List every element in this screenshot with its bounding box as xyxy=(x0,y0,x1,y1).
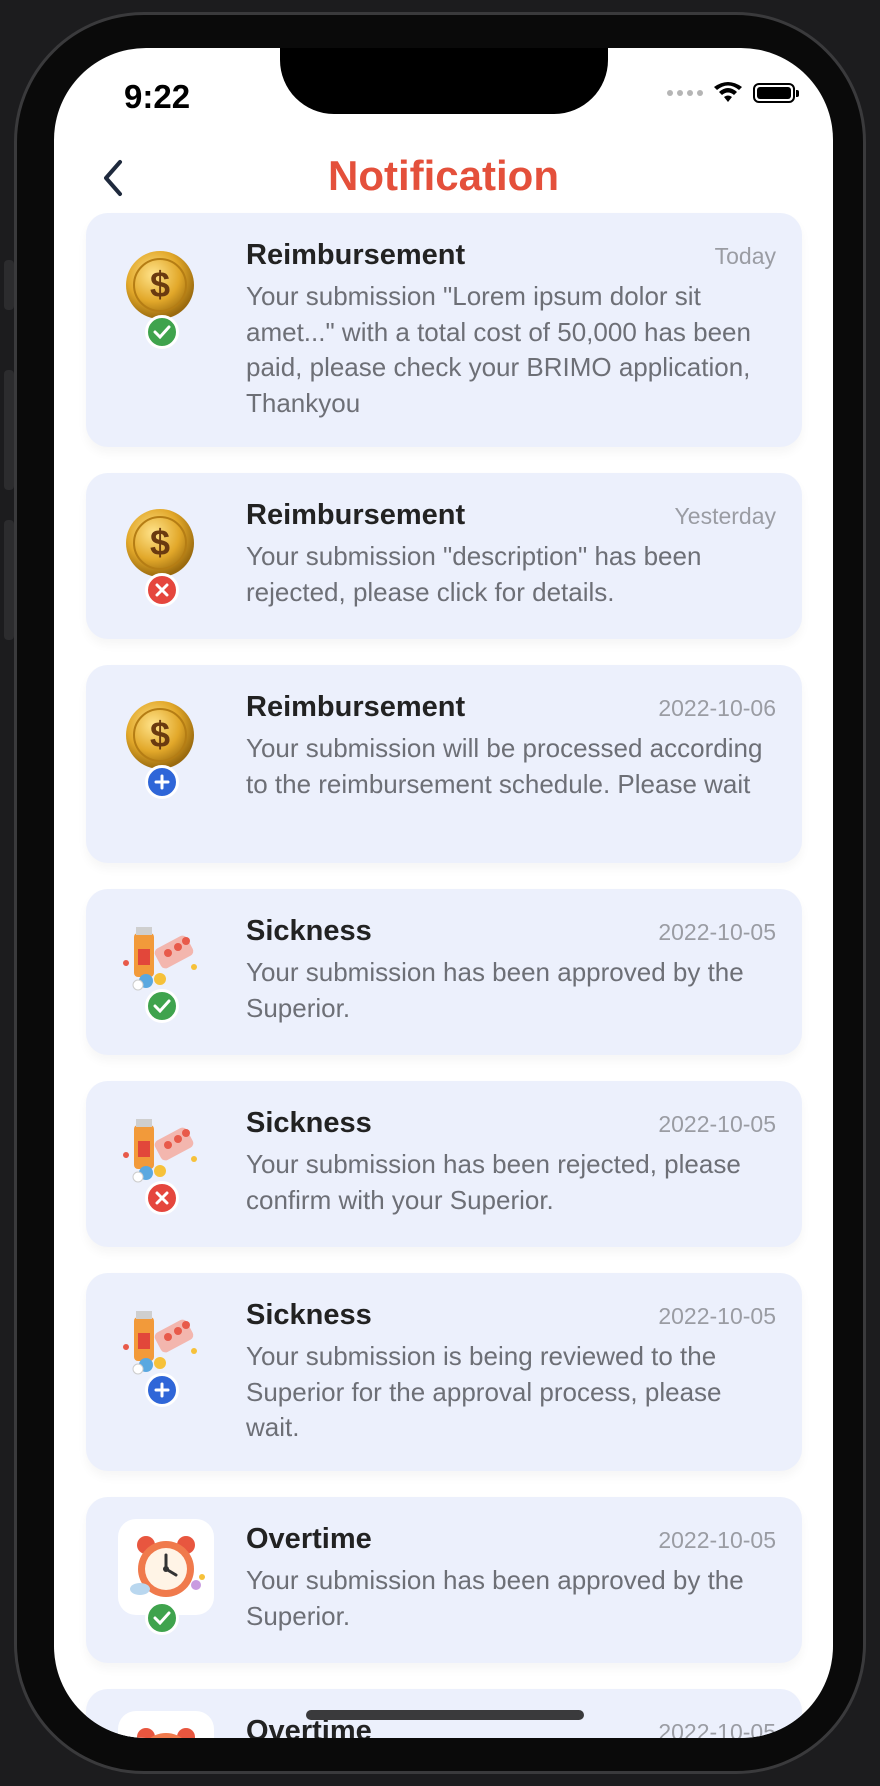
notification-message: Your submission is being reviewed to the… xyxy=(246,1341,722,1442)
status-time: 9:22 xyxy=(124,78,191,115)
notification-title: Sickness xyxy=(246,1299,372,1331)
notification-message: Your submission has been approved by the… xyxy=(246,957,744,1023)
notification-time: 2022-10-05 xyxy=(658,1719,776,1738)
pending-status-icon xyxy=(145,765,179,799)
notification-time: 2022-10-05 xyxy=(658,1527,776,1553)
notification-card[interactable]: $ Reimbursement Yesterday Your submissio… xyxy=(86,473,802,639)
status-bar: 9:22 xyxy=(54,48,833,128)
notification-message: Your submission will be processed accord… xyxy=(246,733,763,799)
notification-card[interactable]: $ Reimbursement 2022-10-06 Your submissi… xyxy=(86,665,802,863)
pending-status-icon xyxy=(145,1373,179,1407)
signal-icon xyxy=(667,90,703,96)
medicine-icon xyxy=(123,923,197,995)
notification-title: Reimbursement xyxy=(246,499,466,531)
svg-text:$: $ xyxy=(150,522,170,563)
coin-icon: $ xyxy=(124,699,196,771)
notification-time: Yesterday xyxy=(674,503,776,529)
battery-icon xyxy=(753,83,799,103)
approved-status-icon xyxy=(145,315,179,349)
coin-icon: $ xyxy=(124,249,196,321)
coin-icon: $ xyxy=(124,507,196,579)
notification-title: Overtime xyxy=(246,1523,372,1555)
page-title: Notification xyxy=(328,152,559,199)
notification-time: 2022-10-05 xyxy=(658,1111,776,1137)
notch xyxy=(280,48,608,114)
home-indicator[interactable] xyxy=(306,1710,584,1720)
notification-card[interactable]: Overtime 2022-10-05 Your submission has … xyxy=(86,1497,802,1663)
volume-down-button xyxy=(4,520,14,640)
notification-card[interactable]: $ Reimbursement Today Your submission "L… xyxy=(86,213,802,447)
notification-message: Your submission has been approved by the… xyxy=(246,1565,744,1631)
notification-message: Your submission has been rejected, pleas… xyxy=(246,1149,741,1215)
mute-switch xyxy=(4,260,14,310)
notification-title: Sickness xyxy=(246,915,372,947)
rejected-status-icon xyxy=(145,1181,179,1215)
notification-time: 2022-10-05 xyxy=(658,1303,776,1329)
notification-card[interactable]: Sickness 2022-10-05 Your submission has … xyxy=(86,1081,802,1247)
notification-time: Today xyxy=(714,243,776,269)
notification-card[interactable]: Sickness 2022-10-05 Your submission has … xyxy=(86,889,802,1055)
rejected-status-icon xyxy=(145,573,179,607)
svg-text:$: $ xyxy=(150,714,170,755)
approved-status-icon xyxy=(145,989,179,1023)
svg-text:$: $ xyxy=(150,264,170,305)
alarm-clock-icon xyxy=(118,1711,214,1738)
notification-time: 2022-10-06 xyxy=(658,695,776,721)
screen: 9:22 Notification $ Reimbursement Today … xyxy=(54,48,833,1738)
notification-title: Sickness xyxy=(246,1107,372,1139)
notification-title: Reimbursement xyxy=(246,691,466,723)
notification-message: Your submission "Lorem ipsum dolor sit a… xyxy=(246,281,751,418)
header: Notification xyxy=(54,148,833,208)
medicine-icon xyxy=(123,1115,197,1187)
notification-time: 2022-10-05 xyxy=(658,919,776,945)
approved-status-icon xyxy=(145,1601,179,1635)
volume-up-button xyxy=(4,370,14,490)
notification-title: Reimbursement xyxy=(246,239,466,271)
medicine-icon xyxy=(123,1307,197,1379)
wifi-icon xyxy=(714,82,742,102)
notification-message: Your submission "description" has been r… xyxy=(246,541,702,607)
status-icons xyxy=(667,82,799,104)
notification-card[interactable]: Sickness 2022-10-05 Your submission is b… xyxy=(86,1273,802,1471)
